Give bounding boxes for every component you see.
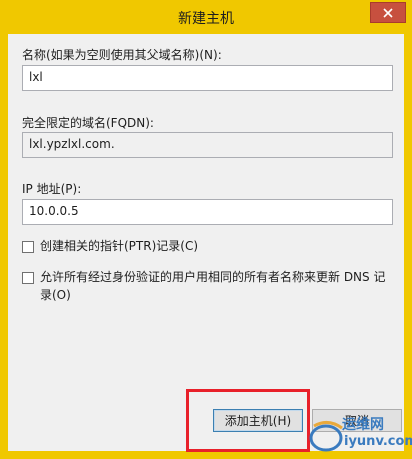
fqdn-field: lxl.ypzlxl.com. [22, 132, 393, 158]
close-button[interactable] [370, 2, 406, 23]
ip-label: IP 地址(P): [22, 182, 82, 196]
fqdn-label: 完全限定的域名(FQDN): [22, 116, 154, 130]
watermark: 运维网 iyunv.com [308, 412, 412, 456]
allow-update-checkbox[interactable] [22, 272, 34, 284]
close-icon [383, 7, 393, 18]
watermark-cn-text: 运维网 [342, 417, 384, 433]
dialog-title: 新建主机 [178, 11, 234, 27]
name-input[interactable]: lxl [22, 65, 393, 91]
watermark-en-text: iyunv.com [344, 434, 412, 449]
ptr-checkbox[interactable] [22, 241, 34, 253]
ptr-checkbox-label[interactable]: 创建相关的指针(PTR)记录(C) [40, 237, 198, 255]
name-label: 名称(如果为空则使用其父域名称)(N): [22, 48, 222, 62]
allow-update-label-line2[interactable]: 录(O) [40, 286, 71, 304]
annotation-highlight-box [186, 389, 310, 452]
title-bar[interactable]: 新建主机 [1, 1, 411, 33]
ip-input[interactable]: 10.0.0.5 [22, 199, 393, 225]
allow-update-label-line1[interactable]: 允许所有经过身份验证的用户用相同的所有者名称来更新 DNS 记 [40, 268, 385, 286]
